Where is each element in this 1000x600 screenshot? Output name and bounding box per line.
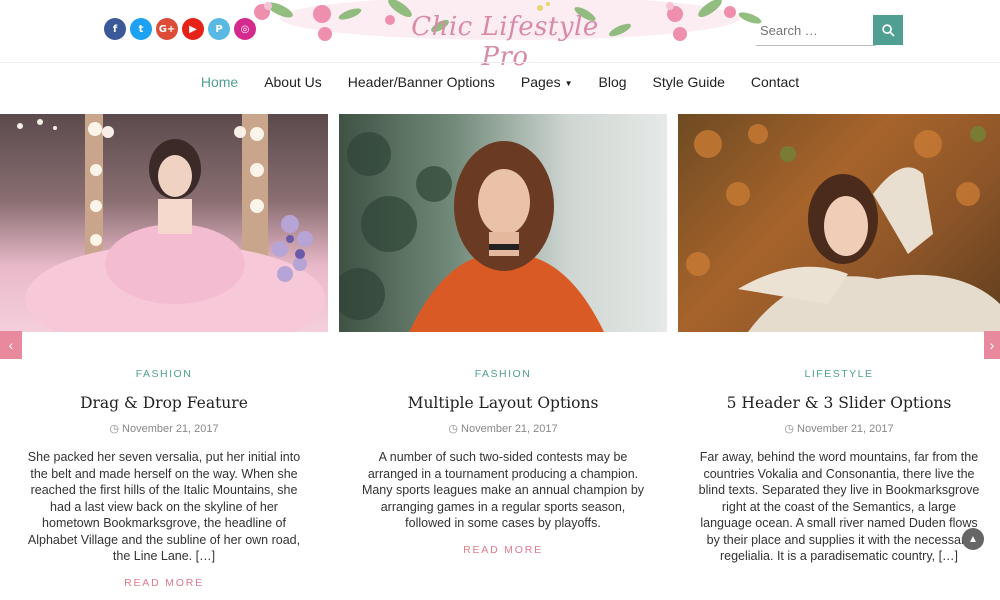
post-image-curly-hair[interactable] — [339, 114, 667, 332]
google-plus-icon[interactable]: G+ — [156, 18, 178, 40]
main-nav: Home About Us Header/Banner Options Page… — [0, 62, 1000, 101]
nav-item-blog[interactable]: Blog — [599, 74, 627, 90]
post-date-text: November 21, 2017 — [461, 423, 558, 435]
post-excerpt: A number of such two-sided contests may … — [361, 450, 645, 530]
post-title[interactable]: Multiple Layout Options — [339, 394, 667, 412]
nav-item-pages[interactable]: Pages — [521, 74, 561, 90]
post-category[interactable]: LIFESTYLE — [678, 368, 1000, 380]
search-icon — [881, 23, 895, 37]
post-date-text: November 21, 2017 — [122, 423, 219, 435]
nav-item-header-banner-options[interactable]: Header/Banner Options — [348, 74, 495, 90]
chevron-up-icon: ▲ — [968, 533, 978, 545]
nav-item-contact[interactable]: Contact — [751, 74, 799, 90]
post-category[interactable]: FASHION — [339, 368, 667, 380]
nav-item-pages-wrap[interactable]: Pages ▼ — [521, 74, 573, 90]
post-date[interactable]: ◷ November 21, 2017 — [339, 422, 667, 435]
post-card: FASHION Multiple Layout Options ◷ Novemb… — [339, 114, 667, 556]
instagram-glyph: ◎ — [240, 23, 250, 35]
post-title[interactable]: 5 Header & 3 Slider Options — [678, 394, 1000, 412]
caret-down-icon: ▼ — [564, 78, 573, 88]
nav-item-home[interactable]: Home — [201, 74, 238, 90]
instagram-icon[interactable]: ◎ — [234, 18, 256, 40]
slider-prev-button[interactable]: ‹ — [0, 331, 22, 359]
clock-icon: ◷ — [784, 423, 794, 435]
post-image-bride[interactable] — [0, 114, 328, 332]
pinterest-glyph: P — [215, 23, 223, 35]
twitter-glyph: t — [138, 23, 144, 35]
site-header: Chic Lifestyle Pro f t G+ ▶ P ◎ — [0, 0, 1000, 72]
post-date-text: November 21, 2017 — [797, 423, 894, 435]
search-form — [756, 15, 903, 46]
nav-item-about-us[interactable]: About Us — [264, 74, 322, 90]
post-date[interactable]: ◷ November 21, 2017 — [0, 422, 328, 435]
facebook-icon[interactable]: f — [104, 18, 126, 40]
youtube-glyph: ▶ — [189, 23, 197, 35]
read-more-link[interactable]: READ MORE — [0, 577, 328, 589]
back-to-top-button[interactable]: ▲ — [962, 528, 984, 550]
post-card: FASHION Drag & Drop Feature ◷ November 2… — [0, 114, 328, 589]
facebook-glyph: f — [112, 23, 118, 35]
read-more-link[interactable]: READ MORE — [339, 544, 667, 556]
clock-icon: ◷ — [109, 423, 119, 435]
post-category[interactable]: FASHION — [0, 368, 328, 380]
post-body: FASHION Drag & Drop Feature ◷ November 2… — [0, 368, 328, 589]
pinterest-icon[interactable]: P — [208, 18, 230, 40]
search-input[interactable] — [756, 15, 876, 46]
post-excerpt: She packed her seven versalia, put her i… — [27, 450, 301, 563]
post-excerpt: Far away, behind the word mountains, far… — [698, 450, 980, 563]
youtube-icon[interactable]: ▶ — [182, 18, 204, 40]
social-links: f t G+ ▶ P ◎ — [104, 18, 256, 40]
post-card: LIFESTYLE 5 Header & 3 Slider Options ◷ … — [678, 114, 1000, 565]
chevron-right-icon: › — [989, 337, 995, 353]
post-image-autumn-leaves[interactable] — [678, 114, 1000, 332]
slider-next-button[interactable]: › — [984, 331, 1000, 359]
twitter-icon[interactable]: t — [130, 18, 152, 40]
chevron-left-icon: ‹ — [8, 337, 14, 353]
post-date[interactable]: ◷ November 21, 2017 — [678, 422, 1000, 435]
post-body: LIFESTYLE 5 Header & 3 Slider Options ◷ … — [678, 368, 1000, 565]
google-plus-glyph: G+ — [158, 23, 176, 35]
search-button[interactable] — [873, 15, 903, 45]
clock-icon: ◷ — [448, 423, 458, 435]
post-body: FASHION Multiple Layout Options ◷ Novemb… — [339, 368, 667, 556]
nav-item-style-guide[interactable]: Style Guide — [653, 74, 725, 90]
post-title[interactable]: Drag & Drop Feature — [0, 394, 328, 412]
